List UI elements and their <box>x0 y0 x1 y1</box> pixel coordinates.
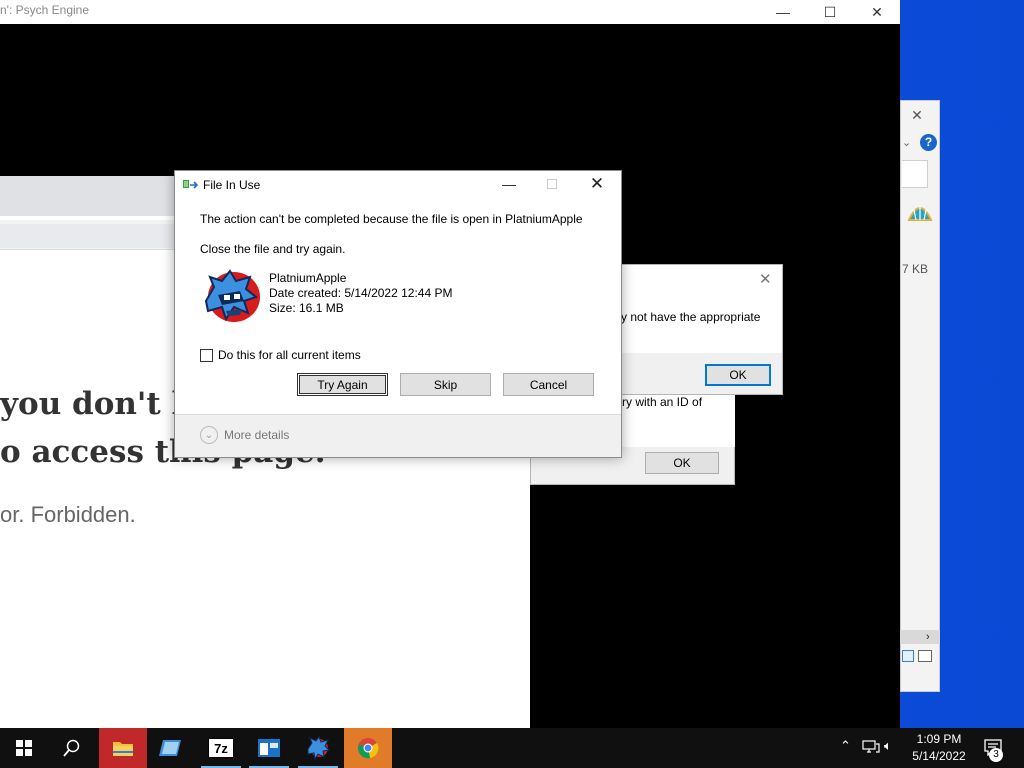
error-dialog-2-text: ry with an ID of <box>622 395 703 409</box>
windows-logo-icon <box>16 740 32 756</box>
drive-icon <box>159 740 181 756</box>
cancel-button[interactable]: Cancel <box>503 373 594 396</box>
minimize-button[interactable]: — <box>760 0 806 24</box>
search-icon <box>63 739 80 757</box>
start-button[interactable] <box>0 728 48 768</box>
network-icon[interactable] <box>862 740 880 757</box>
error-dialog-1-content <box>621 265 782 353</box>
taskbar-7zip[interactable]: 7z <box>197 728 245 768</box>
error-dialog-1-text: y not have the appropriate <box>621 310 761 324</box>
dialog-instruction: Close the file and try again. <box>200 242 346 256</box>
psych-engine-title: n': Psych Engine <box>0 3 90 17</box>
error-dialog-1-ok-button[interactable]: OK <box>705 364 771 386</box>
taskbar-file-manager[interactable] <box>147 728 195 768</box>
taskbar-fnf-game[interactable] <box>294 728 342 768</box>
details-view-icon[interactable] <box>902 650 914 662</box>
7zip-icon: 7z <box>208 738 234 758</box>
notification-count-badge: 3 <box>989 748 1003 762</box>
explorer-help-icon[interactable]: ? <box>920 134 937 151</box>
taskbar-window-app[interactable] <box>245 728 293 768</box>
large-icons-view-icon[interactable] <box>918 650 932 662</box>
taskbar-clock[interactable]: 1:09 PM 5/14/2022 <box>903 731 975 765</box>
apply-all-checkbox[interactable] <box>200 349 213 362</box>
explorer-size-text: 7 KB <box>902 262 929 276</box>
taskbar-chrome[interactable] <box>344 728 392 768</box>
explorer-chevron-down-icon[interactable]: ⌄ <box>902 136 911 149</box>
shell-icon <box>907 202 933 222</box>
search-button[interactable] <box>48 728 96 768</box>
fnf-character-icon <box>307 736 330 760</box>
dialog-close-button[interactable]: ✕ <box>586 170 608 198</box>
dialog-title: File In Use <box>203 178 261 192</box>
clock-time: 1:09 PM <box>916 732 962 746</box>
error-dialog-2-ok-button[interactable]: OK <box>645 452 719 474</box>
file-name: PlatniumApple <box>269 271 347 285</box>
file-size: Size: 16.1 MB <box>269 301 344 315</box>
more-details-link[interactable]: More details <box>224 428 289 442</box>
dialog-maximize-button <box>541 170 563 198</box>
platniumapple-app-icon <box>200 267 262 325</box>
dialog-message: The action can't be completed because th… <box>200 212 583 226</box>
show-hidden-icons-chevron-icon[interactable]: ⌃ <box>840 738 851 754</box>
error-dialog-1-close-icon[interactable]: ✕ <box>759 270 772 288</box>
explorer-horizontal-scrollbar[interactable] <box>900 630 940 644</box>
chrome-icon <box>358 738 379 759</box>
apply-all-label[interactable]: Do this for all current items <box>218 348 361 362</box>
explorer-search-box[interactable] <box>902 160 928 188</box>
dialog-minimize-button[interactable]: — <box>498 170 520 198</box>
file-move-icon <box>183 179 199 191</box>
file-date-created: Date created: 5/14/2022 12:44 PM <box>269 286 453 300</box>
taskbar-file-explorer[interactable] <box>99 728 147 768</box>
error-subtext: or. Forbidden. <box>0 502 136 527</box>
try-again-button[interactable]: Try Again <box>297 373 388 396</box>
maximize-button[interactable]: ☐ <box>807 0 853 24</box>
scroll-right-icon[interactable]: › <box>926 631 930 643</box>
skip-button[interactable]: Skip <box>400 373 491 396</box>
explorer-window[interactable] <box>900 100 940 692</box>
clock-date: 5/14/2022 <box>912 749 966 763</box>
error-heading-line1: you don't h <box>0 386 195 422</box>
more-details-chevron-icon[interactable]: ⌄ <box>200 426 218 444</box>
volume-icon[interactable]: 🔈︎ <box>884 738 892 754</box>
folder-icon <box>113 742 133 756</box>
window-app-icon <box>258 739 280 757</box>
explorer-close-icon[interactable]: ✕ <box>910 108 924 122</box>
close-button[interactable]: ✕ <box>854 0 900 24</box>
